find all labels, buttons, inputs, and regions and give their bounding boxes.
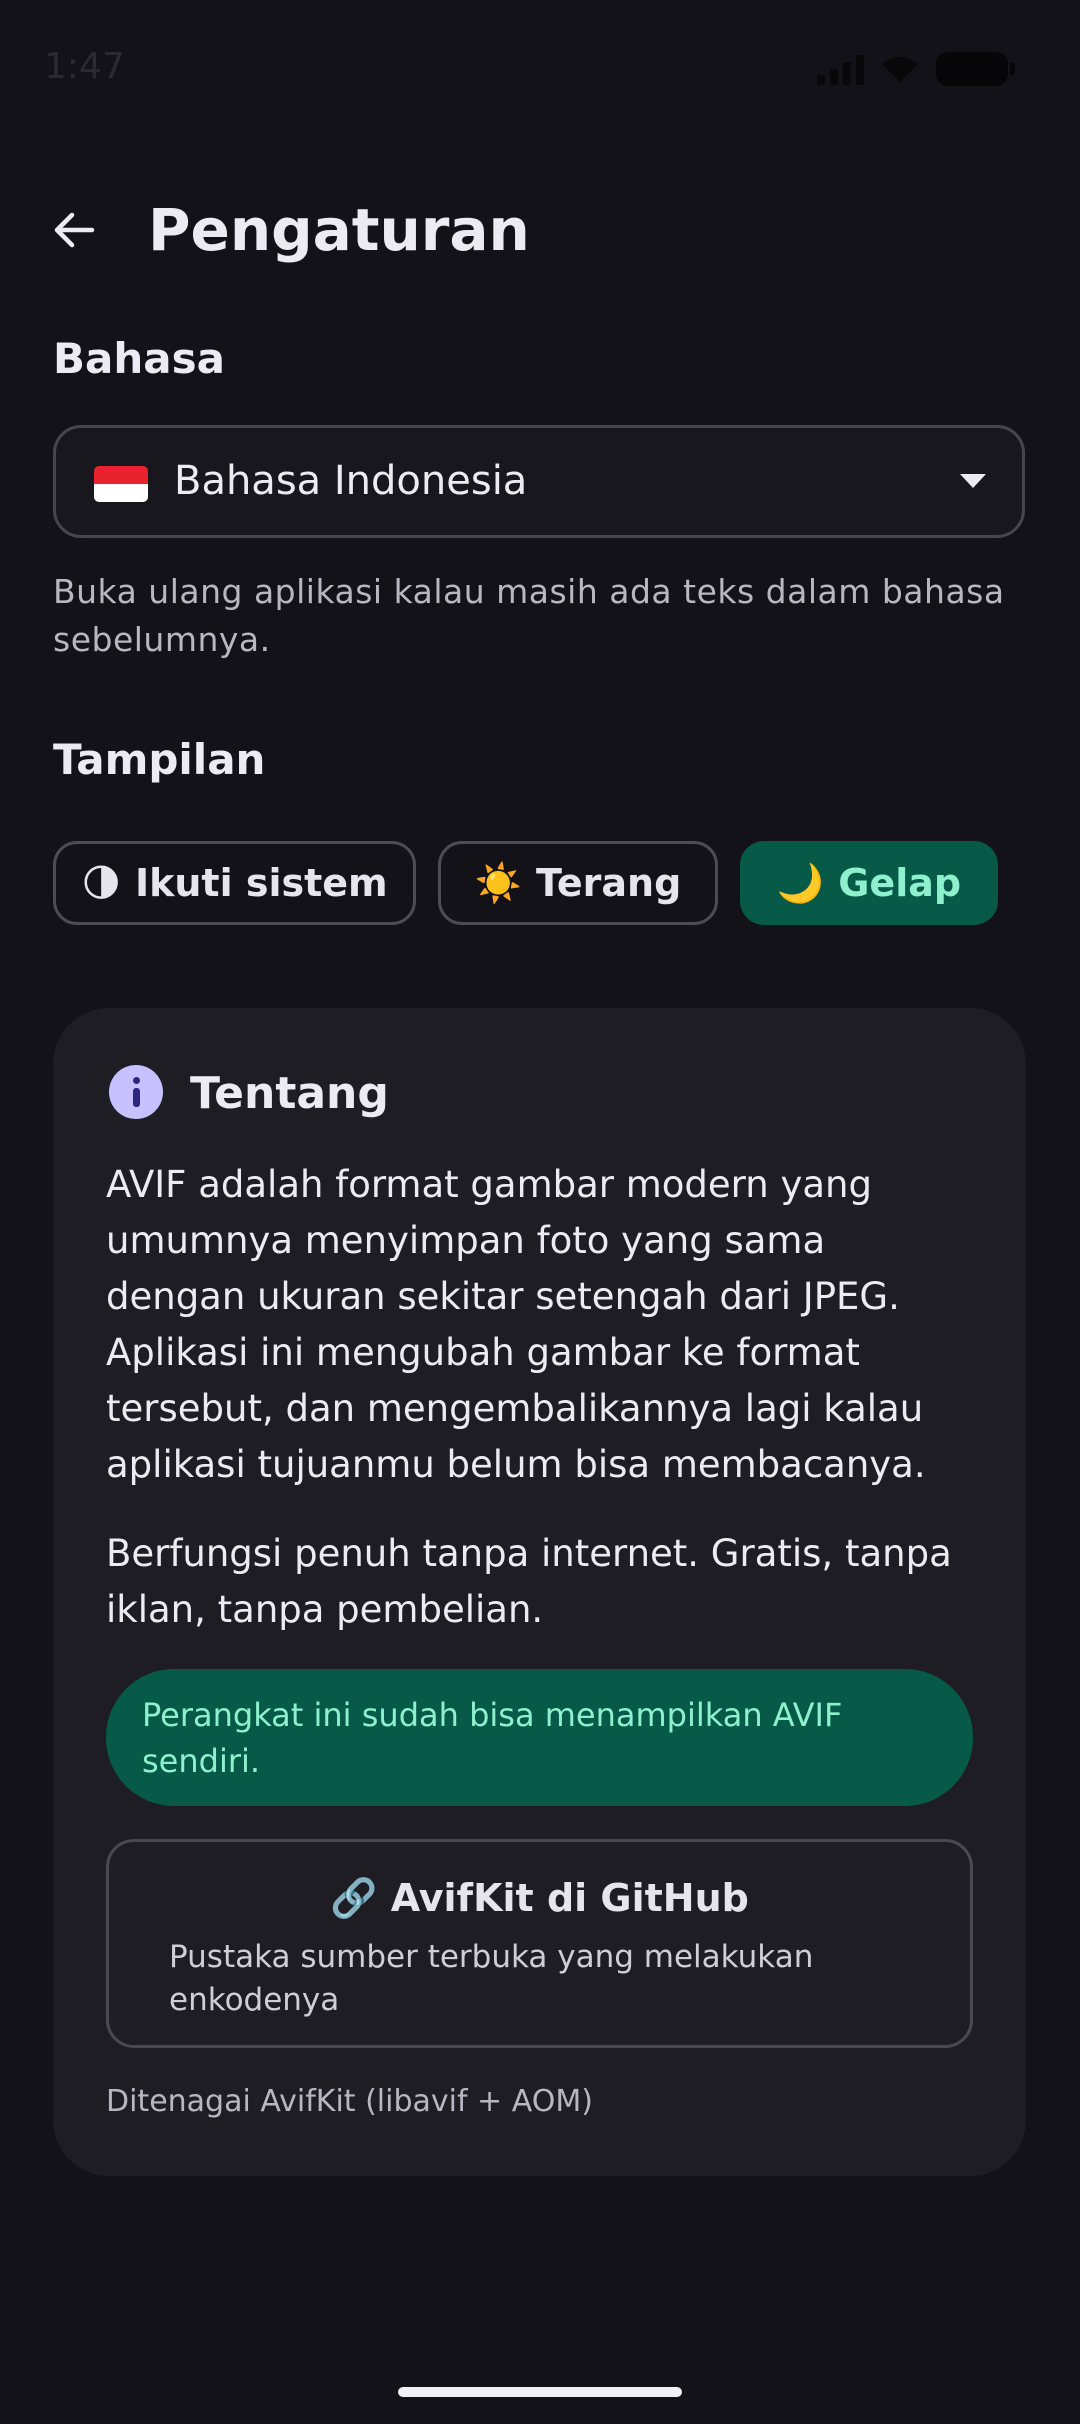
avif-support-text: Perangkat ini sudah bisa menampilkan AVI… xyxy=(142,1696,843,1780)
info-icon xyxy=(109,1065,163,1119)
indonesia-flag-icon xyxy=(94,466,148,502)
theme-option-system[interactable]: 🌗 Ikuti sistem xyxy=(53,841,416,925)
about-title: Tentang xyxy=(190,1068,389,1119)
powered-by-text: Ditenagai AvifKit (libavif + AOM) xyxy=(106,2084,593,2119)
language-select-value: Bahasa Indonesia xyxy=(174,458,528,504)
github-link-button[interactable]: 🔗 AvifKit di GitHub Pustaka sumber terbu… xyxy=(106,1839,973,2048)
home-indicator[interactable] xyxy=(398,2387,682,2397)
chevron-down-icon xyxy=(960,474,986,488)
language-select[interactable]: Bahasa Indonesia xyxy=(53,425,1025,538)
status-time: 1:47 xyxy=(44,46,125,87)
back-button[interactable] xyxy=(36,192,112,268)
about-description: AVIF adalah format gambar modern yang um… xyxy=(106,1163,926,1486)
battery-icon xyxy=(936,52,1015,86)
github-link-description: Pustaka sumber terbuka yang melakukan en… xyxy=(169,1939,814,2018)
theme-option-light[interactable]: ☀️ Terang xyxy=(438,841,718,925)
link-icon: 🔗 xyxy=(330,1876,378,1920)
half-moon-icon: 🌗 xyxy=(81,861,121,905)
sun-icon: ☀️ xyxy=(474,861,523,905)
avif-support-banner: Perangkat ini sudah bisa menampilkan AVI… xyxy=(106,1669,973,1806)
github-link-heading: 🔗 AvifKit di GitHub xyxy=(109,1876,970,1921)
theme-option-label: Terang xyxy=(536,861,682,905)
theme-option-dark[interactable]: 🌙 Gelap xyxy=(740,841,998,925)
language-helper-text: Buka ulang aplikasi kalau masih ada teks… xyxy=(53,572,1005,659)
wifi-icon xyxy=(882,56,918,82)
appearance-section-title: Tampilan xyxy=(53,735,266,784)
language-section-title: Bahasa xyxy=(53,334,225,383)
crescent-moon-icon: 🌙 xyxy=(776,861,825,905)
page-title: Pengaturan xyxy=(148,196,530,264)
signal-icon xyxy=(817,53,864,85)
arrow-left-icon xyxy=(54,212,95,248)
status-bar: 1:47 xyxy=(0,0,1080,140)
github-link-label: AvifKit di GitHub xyxy=(390,1876,749,1920)
top-app-bar: Pengaturan xyxy=(0,180,1080,270)
about-offline-note: Berfungsi penuh tanpa internet. Gratis, … xyxy=(106,1532,952,1631)
theme-option-label: Ikuti sistem xyxy=(134,861,388,905)
status-icons xyxy=(817,52,1015,86)
theme-option-label: Gelap xyxy=(838,861,962,905)
about-card: Tentang AVIF adalah format gambar modern… xyxy=(53,1008,1026,2176)
